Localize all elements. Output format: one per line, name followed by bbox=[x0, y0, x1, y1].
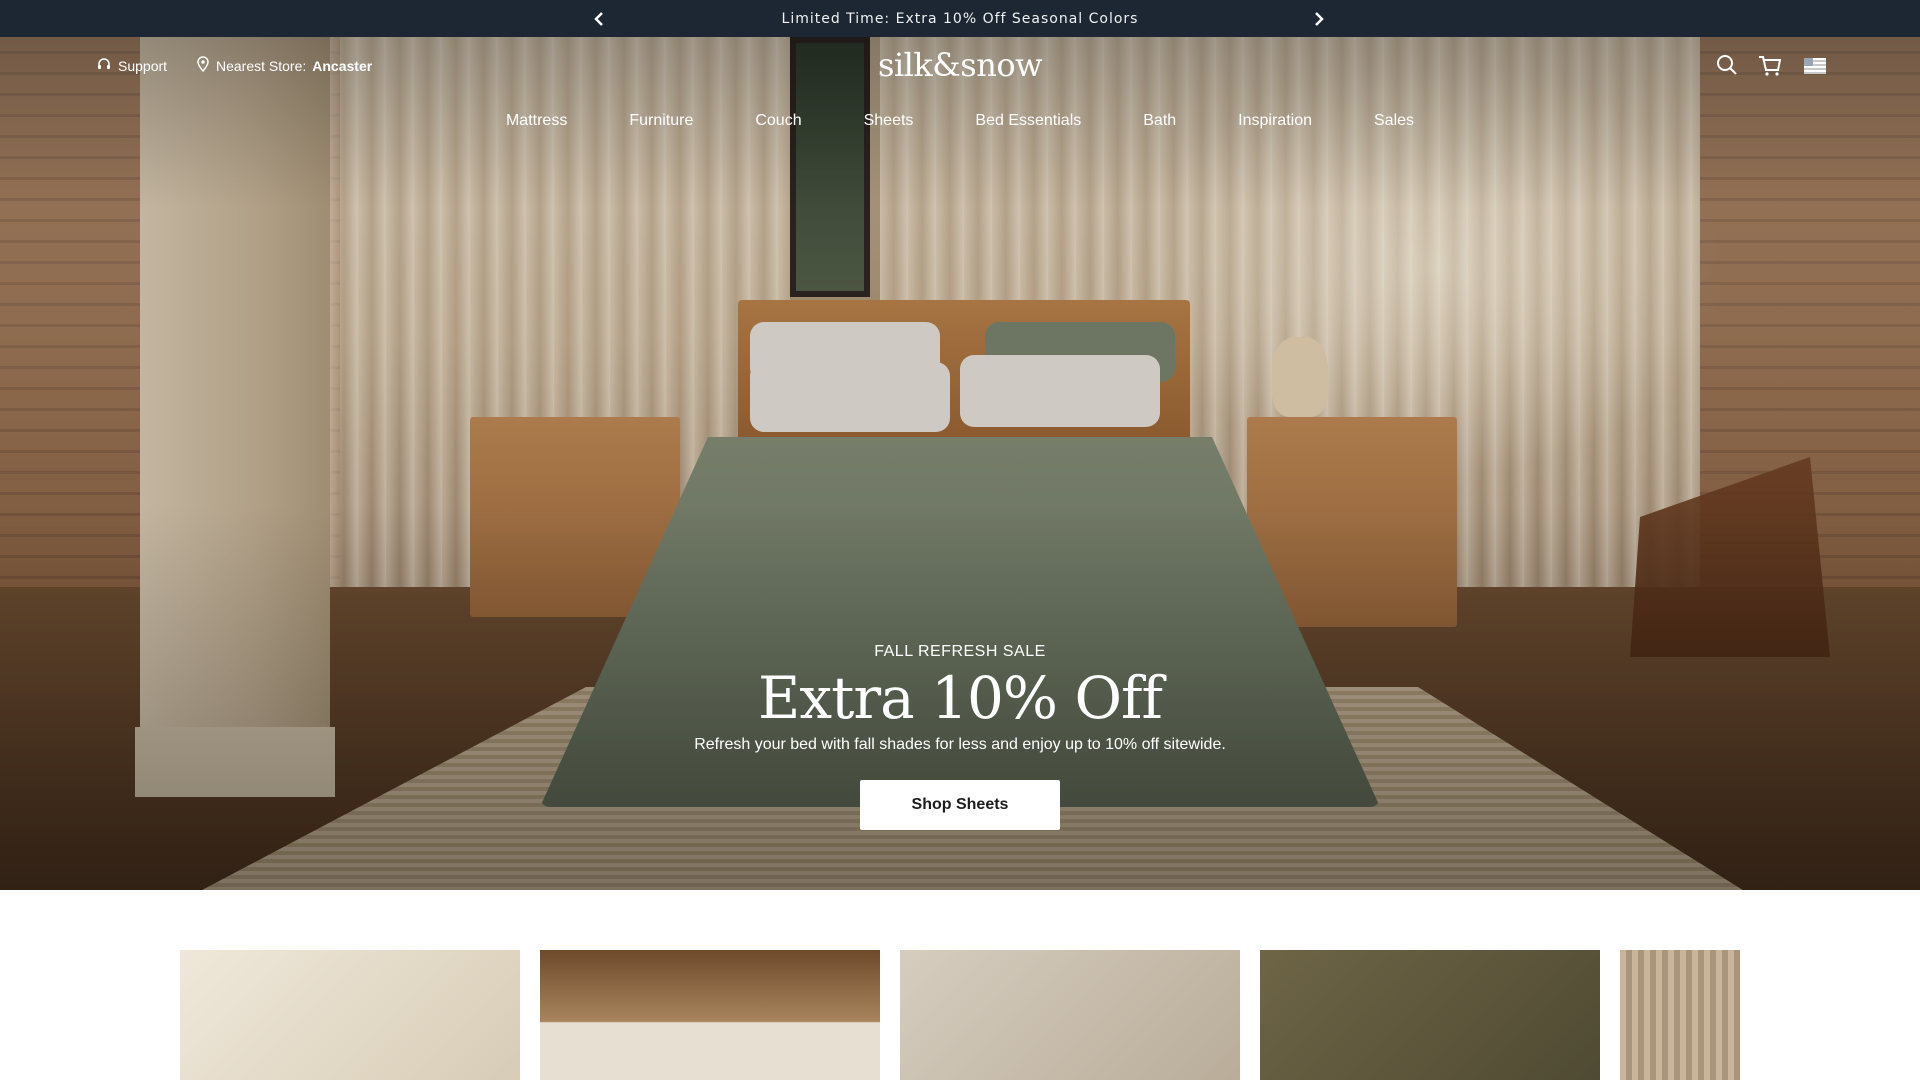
nav-item-sheets[interactable]: Sheets bbox=[833, 112, 945, 130]
hero-banner bbox=[0, 37, 1920, 890]
hero-subtext: Refresh your bed with fall shades for le… bbox=[694, 736, 1226, 753]
category-cards bbox=[180, 950, 1740, 1080]
nav-item-sales[interactable]: Sales bbox=[1343, 112, 1445, 130]
category-card[interactable] bbox=[540, 950, 880, 1080]
main-nav: Mattress Furniture Couch Sheets Bed Esse… bbox=[0, 112, 1920, 130]
hero-headline: Extra 10% Off bbox=[758, 664, 1163, 732]
hero-eyebrow: FALL REFRESH SALE bbox=[874, 643, 1046, 660]
search-icon[interactable] bbox=[1714, 52, 1740, 78]
us-flag-icon[interactable] bbox=[1802, 53, 1828, 79]
nav-item-bath[interactable]: Bath bbox=[1112, 112, 1207, 130]
announcement-message[interactable]: Limited Time: Extra 10% Off Seasonal Col… bbox=[782, 11, 1139, 27]
category-card[interactable] bbox=[1260, 950, 1600, 1080]
nav-item-couch[interactable]: Couch bbox=[724, 112, 832, 130]
nav-item-bed-essentials[interactable]: Bed Essentials bbox=[944, 112, 1112, 130]
site-logo[interactable]: silk&snow bbox=[0, 46, 1920, 84]
chevron-left-icon[interactable] bbox=[589, 9, 609, 29]
nav-item-mattress[interactable]: Mattress bbox=[475, 112, 598, 130]
category-card[interactable] bbox=[900, 950, 1240, 1080]
shop-sheets-button[interactable]: Shop Sheets bbox=[860, 780, 1060, 830]
hero-overlay bbox=[0, 37, 1920, 890]
category-card[interactable] bbox=[180, 950, 520, 1080]
nav-item-inspiration[interactable]: Inspiration bbox=[1207, 112, 1343, 130]
category-card[interactable] bbox=[1620, 950, 1740, 1080]
nav-item-furniture[interactable]: Furniture bbox=[598, 112, 724, 130]
cart-icon[interactable] bbox=[1757, 53, 1783, 79]
announcement-bar: Limited Time: Extra 10% Off Seasonal Col… bbox=[0, 0, 1920, 37]
chevron-right-icon[interactable] bbox=[1309, 9, 1329, 29]
